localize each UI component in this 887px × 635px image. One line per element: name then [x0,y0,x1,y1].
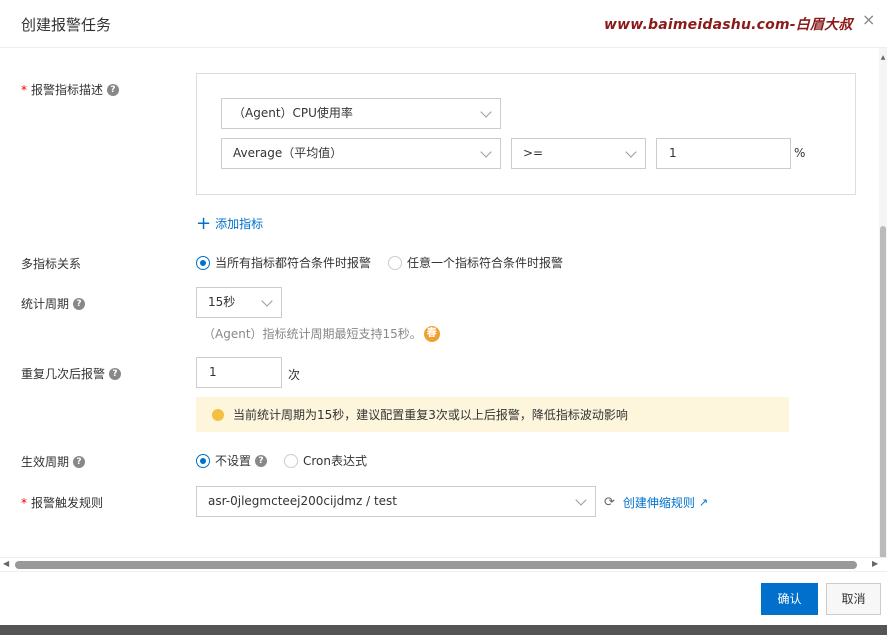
radio-any-metric[interactable]: 任意一个指标符合条件时报警 [388,254,563,271]
horizontal-scrollbar[interactable]: ◀ ▶ [0,557,887,571]
refresh-icon[interactable]: ⟳ [604,495,615,510]
required-mark: * [21,82,27,97]
spring-badge: 春 [423,325,440,342]
help-icon[interactable]: ? [73,297,86,310]
radio-icon [284,453,298,468]
warning-banner: 当前统计周期为15秒，建议配置重复3次或以上后报警，降低指标波动影响 [196,397,789,432]
aggregation-select[interactable]: Average（平均值） [221,138,501,169]
chevron-down-icon [625,146,637,158]
radio-icon [196,453,210,468]
rule-label: * 报警触发规则 [21,495,104,511]
dialog-title: 创建报警任务 [21,16,112,34]
required-mark: * [21,495,27,510]
repeat-input[interactable]: 1 [196,357,282,388]
period-hint: （Agent）指标统计周期最短支持15秒。 春 [203,325,440,342]
dialog-body: * 报警指标描述 ? （Agent）CPU使用率 Average（平均值） >=… [0,49,879,559]
scroll-up-icon[interactable]: ▲ [879,54,887,61]
chevron-down-icon [261,295,273,307]
add-metric-link[interactable]: + 添加指标 [196,212,263,234]
rule-select[interactable]: asr-0jlegmcteej200cijdmz / test [196,486,596,517]
cancel-button[interactable]: 取消 [826,583,881,615]
multi-label: 多指标关系 [21,257,82,271]
threshold-unit: % [794,146,806,160]
metric-select[interactable]: （Agent）CPU使用率 [221,98,501,129]
scroll-right-icon[interactable]: ▶ [872,559,878,568]
period-label: 统计周期 ? [21,295,86,312]
watermark: www.baimeidashu.com-白眉大叔 [604,17,853,33]
radio-icon [388,255,402,270]
metric-editor: （Agent）CPU使用率 Average（平均值） >= 1 % [196,73,856,195]
chevron-down-icon [480,146,492,158]
chevron-down-icon [575,494,587,506]
effective-label: 生效周期 ? [21,453,86,470]
warning-icon [212,408,224,421]
repeat-label: 重复几次后报警 ? [21,365,122,382]
vertical-scrollbar[interactable]: ▲ [879,48,887,596]
dialog-header: 创建报警任务 www.baimeidashu.com-白眉大叔 × [0,0,887,48]
repeat-unit: 次 [288,368,301,382]
plus-icon: + [196,212,212,234]
period-select[interactable]: 15秒 [196,287,282,318]
external-link-icon: ↗ [698,496,709,509]
help-icon[interactable]: ? [73,455,86,468]
radio-cron[interactable]: Cron表达式 [284,452,367,469]
help-icon[interactable]: ? [255,454,268,467]
radio-icon [196,255,210,270]
help-icon[interactable]: ? [107,83,120,96]
threshold-input[interactable]: 1 [656,138,791,169]
create-rule-link[interactable]: ⟳ 创建伸缩规则 ↗ [604,494,708,511]
chevron-down-icon [480,106,492,118]
close-icon[interactable]: × [862,12,878,28]
metric-label: * 报警指标描述 ? [21,81,120,98]
scrollbar-thumb[interactable] [880,226,886,596]
radio-all-metrics[interactable]: 当所有指标都符合条件时报警 [196,254,371,271]
dialog-footer: 确认 取消 [0,571,887,624]
bottom-bar [0,625,887,635]
scroll-left-icon[interactable]: ◀ [3,559,9,568]
confirm-button[interactable]: 确认 [761,583,818,615]
help-icon[interactable]: ? [109,367,122,380]
operator-select[interactable]: >= [511,138,646,169]
scrollbar-thumb[interactable] [15,561,857,569]
radio-no-setting[interactable]: 不设置 ? [196,452,268,469]
